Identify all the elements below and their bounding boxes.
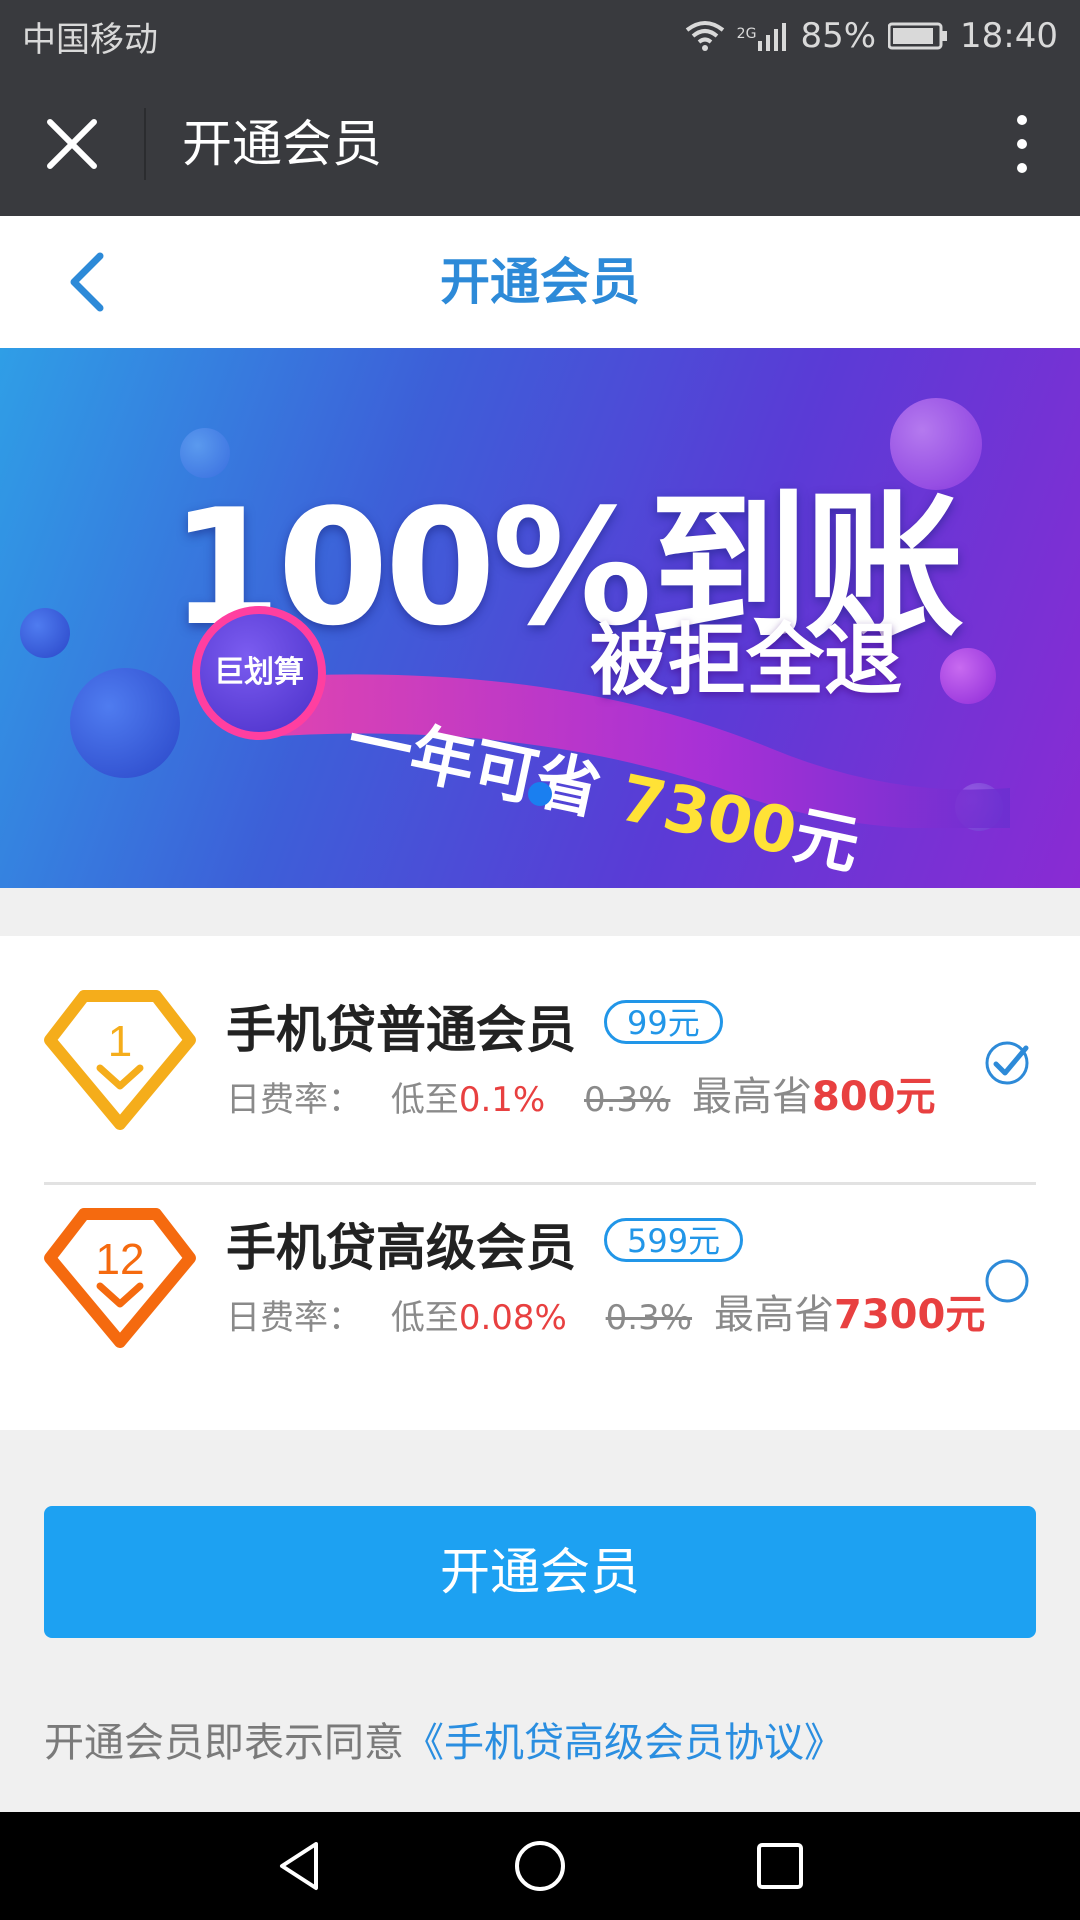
status-indicators: 2G 85% 18:40 bbox=[685, 16, 1058, 56]
plan-item-premium[interactable]: 12 手机贷高级会员 599元 日费率： 低至0.08% 0.3% 最高省730… bbox=[0, 1208, 1080, 1408]
plan-name: 手机贷高级会员 bbox=[226, 1219, 576, 1277]
level-number: 1 bbox=[108, 1017, 132, 1066]
wechat-title-bar: 开通会员 bbox=[0, 72, 1080, 216]
plan-divider bbox=[44, 1182, 1036, 1185]
save-label: 最高省 bbox=[692, 1074, 812, 1120]
rate-value: 0.1% bbox=[458, 1080, 546, 1120]
plan-rate: 日费率： 低至0.08% 0.3% bbox=[226, 1290, 692, 1339]
banner-save-amount: 7300 bbox=[613, 761, 803, 871]
save-amount: 800元 bbox=[812, 1074, 936, 1120]
open-membership-button[interactable]: 开通会员 bbox=[44, 1506, 1036, 1638]
plan-name: 手机贷普通会员 bbox=[226, 1001, 576, 1059]
rate-value: 0.08% bbox=[458, 1298, 567, 1338]
plan-save: 最高省7300元 bbox=[714, 1282, 985, 1340]
price-tag: 99元 bbox=[604, 1000, 723, 1044]
agreement-text: 开通会员即表示同意《手机贷高级会员协议》 bbox=[44, 1710, 844, 1768]
signal-icon bbox=[758, 23, 787, 51]
save-label: 最高省 bbox=[714, 1292, 834, 1338]
plan-item-basic[interactable]: 1 手机贷普通会员 99元 日费率： 低至0.1% 0.3% 最高省800元 bbox=[0, 990, 1080, 1190]
circle-home-icon[interactable] bbox=[512, 1838, 568, 1894]
plan-list: 1 手机贷普通会员 99元 日费率： 低至0.1% 0.3% 最高省800元 1… bbox=[0, 936, 1080, 1430]
clock: 18:40 bbox=[960, 16, 1058, 56]
banner-badge: 巨划算 bbox=[192, 606, 326, 740]
page-title: 开通会员 bbox=[440, 253, 640, 311]
square-recents-icon[interactable] bbox=[752, 1838, 808, 1894]
system-nav-bar bbox=[0, 1812, 1080, 1920]
banner-save-unit: 元 bbox=[787, 798, 866, 885]
battery-icon bbox=[888, 22, 948, 50]
wechat-title: 开通会员 bbox=[182, 115, 382, 173]
selected-check-icon[interactable] bbox=[984, 1040, 1030, 1086]
level-badge-icon: 12 bbox=[44, 1208, 196, 1348]
plan-rate: 日费率： 低至0.1% 0.3% bbox=[226, 1072, 670, 1121]
decor-bubble bbox=[70, 668, 180, 778]
wifi-icon bbox=[685, 21, 724, 51]
status-bar: 中国移动 2G 85% 18:40 bbox=[0, 0, 1080, 72]
level-number: 12 bbox=[96, 1235, 145, 1284]
banner-subline: 被拒全退 bbox=[590, 616, 903, 706]
battery-percent: 85% bbox=[800, 16, 877, 56]
title-divider bbox=[144, 108, 146, 180]
carousel-dot[interactable] bbox=[528, 782, 552, 806]
rate-prefix: 低至 bbox=[390, 1080, 459, 1120]
save-amount: 7300元 bbox=[834, 1292, 986, 1338]
triangle-back-icon[interactable] bbox=[272, 1838, 328, 1894]
page-header: 开通会员 bbox=[0, 216, 1080, 348]
agreement-prefix: 开通会员即表示同意 bbox=[44, 1720, 404, 1766]
plan-save: 最高省800元 bbox=[692, 1064, 936, 1122]
network-type: 2G bbox=[736, 26, 757, 42]
agreement-link[interactable]: 《手机贷高级会员协议》 bbox=[404, 1720, 844, 1766]
level-badge-icon: 1 bbox=[44, 990, 196, 1130]
decor-bubble bbox=[20, 608, 70, 658]
carrier-label: 中国移动 bbox=[22, 19, 158, 60]
original-rate: 0.3% bbox=[605, 1298, 693, 1338]
price-tag: 599元 bbox=[604, 1218, 744, 1262]
rate-label: 日费率： bbox=[226, 1080, 362, 1120]
rate-prefix: 低至 bbox=[390, 1298, 459, 1338]
original-rate: 0.3% bbox=[584, 1080, 671, 1120]
rate-label: 日费率： bbox=[226, 1298, 362, 1338]
promo-banner[interactable]: 100%到账 被拒全退 巨划算 一年可省 7300元 bbox=[0, 348, 1080, 888]
radio-unselected-icon[interactable] bbox=[984, 1258, 1030, 1304]
more-vertical-icon[interactable] bbox=[1004, 112, 1040, 176]
close-icon[interactable] bbox=[44, 116, 100, 172]
